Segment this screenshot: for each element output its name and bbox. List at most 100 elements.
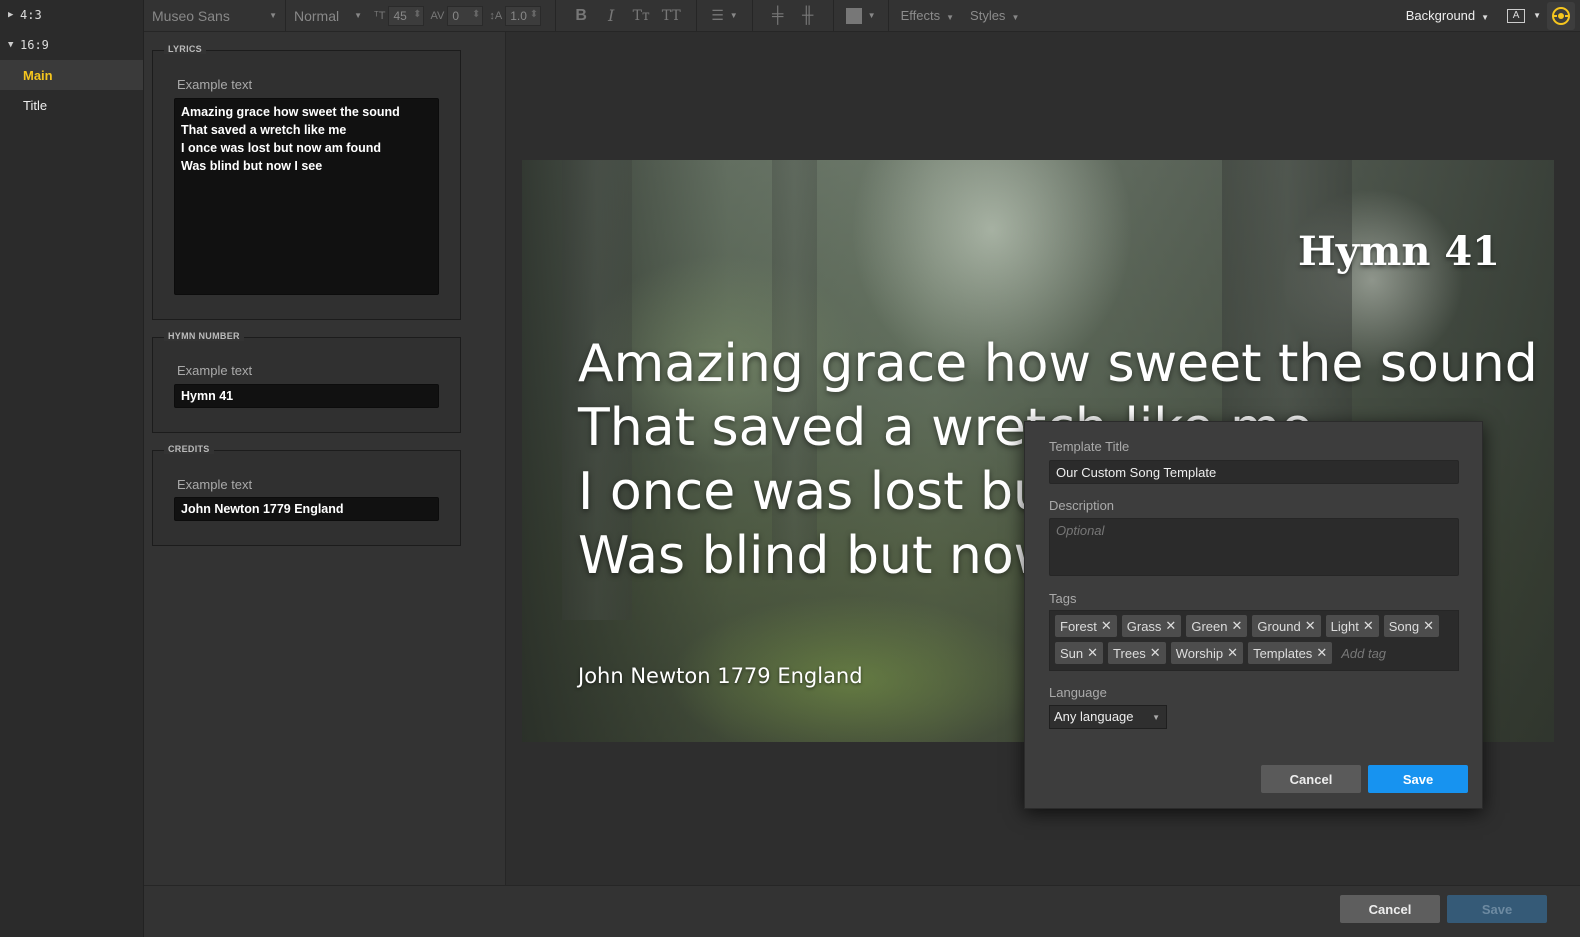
lyrics-example-label: Example text xyxy=(177,77,253,92)
tag-chip: Song ✕ xyxy=(1383,615,1440,637)
uppercase-button[interactable]: TT xyxy=(656,8,686,24)
background-label: Background xyxy=(1405,8,1476,23)
tag-chip: Green ✕ xyxy=(1186,615,1248,637)
font-family-dropdown[interactable]: Museo Sans ▼ xyxy=(144,0,286,32)
slide-item-main[interactable]: Main xyxy=(0,60,143,90)
dialog-save-button[interactable]: Save xyxy=(1368,765,1468,793)
font-weight-dropdown[interactable]: Normal ▼ xyxy=(286,0,370,32)
save-template-dialog: Template Title Our Custom Song Template … xyxy=(1024,421,1483,809)
credits-legend: CREDITS xyxy=(164,444,214,454)
dialog-cancel-button[interactable]: Cancel xyxy=(1261,765,1361,793)
remove-tag-icon[interactable]: ✕ xyxy=(1423,618,1434,634)
tag-label: Light xyxy=(1330,618,1359,634)
align-dropdown[interactable]: ☰ ▼ xyxy=(697,0,753,32)
chevron-down-icon: ▼ xyxy=(946,13,955,22)
title-case-button[interactable]: Tт xyxy=(626,8,656,24)
effects-label: Effects xyxy=(900,8,941,23)
remove-tag-icon[interactable]: ✕ xyxy=(1087,645,1098,661)
slide-credits: John Newton 1779 England xyxy=(578,664,863,688)
line-height-value: 1.0 xyxy=(505,5,542,26)
font-size-icon: ᵀT xyxy=(374,9,386,22)
letter-spacing-value: 0 xyxy=(447,5,484,26)
italic-button[interactable]: I xyxy=(596,6,626,25)
color-dropdown[interactable]: ▼ xyxy=(834,0,889,32)
description-input[interactable]: Optional xyxy=(1049,518,1459,576)
chevron-down-icon: ▼ xyxy=(1481,13,1490,22)
toolbar: Museo Sans ▼ Normal ▼ ᵀT 45 AV 0 ↕A 1.0 xyxy=(144,0,1580,32)
hymn-number-example-label: Example text xyxy=(177,363,253,378)
chevron-down-icon: ▼ xyxy=(269,11,277,20)
align-top-icon[interactable]: ╪ xyxy=(763,7,793,25)
save-button[interactable]: Save xyxy=(1447,895,1547,923)
remove-tag-icon[interactable]: ✕ xyxy=(1231,618,1242,634)
slide-item-title[interactable]: Title xyxy=(0,90,143,120)
align-middle-icon[interactable]: ╫ xyxy=(793,7,823,25)
chevron-down-icon: ▼ xyxy=(1011,13,1020,22)
description-label: Description xyxy=(1049,498,1115,513)
chevron-down-icon: ▼ xyxy=(1152,713,1160,722)
live-preview-button[interactable] xyxy=(1547,1,1575,30)
remove-tag-icon[interactable]: ✕ xyxy=(1150,645,1161,661)
remove-tag-icon[interactable]: ✕ xyxy=(1227,645,1238,661)
tag-label: Worship xyxy=(1175,645,1224,661)
chevron-down-icon[interactable]: ▼ xyxy=(1533,11,1541,20)
hymn-number-fieldset: HYMN NUMBER Example text Hymn 41 xyxy=(152,331,461,433)
line-height-stepper[interactable]: ↕A 1.0 xyxy=(489,5,542,26)
tag-label: Ground xyxy=(1257,618,1301,634)
ratio-16-9[interactable]: ▼ 16:9 xyxy=(0,30,143,60)
tags-input[interactable]: Forest ✕ Grass ✕ Green ✕ Ground ✕ Light ✕ Son… xyxy=(1049,610,1459,671)
ratio-label: 16:9 xyxy=(20,38,49,52)
tag-label: Sun xyxy=(1060,645,1084,661)
lyrics-legend: LYRICS xyxy=(164,44,206,54)
sidebar: ▶ 4:3 ▼ 16:9 Main Title xyxy=(0,0,144,937)
text-box-icon[interactable]: A xyxy=(1507,8,1526,23)
remove-tag-icon[interactable]: ✕ xyxy=(1165,618,1176,634)
add-tag-input[interactable]: Add tag xyxy=(1337,642,1386,664)
letter-spacing-stepper[interactable]: AV 0 xyxy=(430,5,484,26)
remove-tag-icon[interactable]: ✕ xyxy=(1305,618,1316,634)
align-left-icon: ☰ xyxy=(711,7,724,23)
hymn-number-legend: HYMN NUMBER xyxy=(164,331,244,341)
bottom-bar: Cancel Save xyxy=(144,885,1580,937)
background-dropdown[interactable]: Background ▼ xyxy=(1406,8,1489,23)
line-height-icon: ↕A xyxy=(489,9,503,22)
eye-sync-icon xyxy=(1552,6,1570,25)
tag-label: Grass xyxy=(1126,618,1162,634)
tag-chip: Templates ✕ xyxy=(1248,642,1333,664)
credits-input[interactable]: John Newton 1779 England xyxy=(174,497,439,521)
tag-chip: Light ✕ xyxy=(1325,615,1379,637)
remove-tag-icon[interactable]: ✕ xyxy=(1316,645,1327,661)
font-size-value: 45 xyxy=(388,5,425,26)
styles-label: Styles xyxy=(970,8,1006,23)
tag-chip: Worship ✕ xyxy=(1170,642,1244,664)
tag-label: Trees xyxy=(1113,645,1146,661)
credits-example-label: Example text xyxy=(177,477,253,492)
tag-chip: Sun ✕ xyxy=(1055,642,1104,664)
tag-label: Green xyxy=(1191,618,1228,634)
remove-tag-icon[interactable]: ✕ xyxy=(1363,618,1374,634)
chevron-down-icon: ▼ xyxy=(354,11,362,20)
template-title-input[interactable]: Our Custom Song Template xyxy=(1049,460,1459,484)
bold-button[interactable]: B xyxy=(566,7,596,25)
font-size-stepper[interactable]: ᵀT 45 xyxy=(374,5,425,26)
tag-chip: Forest ✕ xyxy=(1055,615,1117,637)
chevron-down-icon: ▼ xyxy=(729,11,738,20)
language-label: Language xyxy=(1049,685,1107,700)
slide-item-label: Title xyxy=(23,97,48,113)
template-title-label: Template Title xyxy=(1049,439,1130,454)
letter-spacing-icon: AV xyxy=(430,9,445,22)
language-select[interactable]: Any language ▼ xyxy=(1049,705,1167,729)
lyrics-textarea[interactable]: Amazing grace how sweet the sound That s… xyxy=(174,98,439,295)
tags-label: Tags xyxy=(1049,591,1077,606)
ratio-4-3[interactable]: ▶ 4:3 xyxy=(0,0,143,30)
hymn-number-input[interactable]: Hymn 41 xyxy=(174,384,439,408)
color-swatch xyxy=(845,7,862,24)
styles-dropdown[interactable]: Styles ▼ xyxy=(970,8,1019,23)
slide-hymn-number: Hymn 41 xyxy=(1297,228,1500,275)
font-family-value: Museo Sans xyxy=(152,7,230,24)
collapse-triangle-icon: ▼ xyxy=(8,40,14,50)
fields-panel: LYRICS Example text Amazing grace how sw… xyxy=(144,32,506,885)
cancel-button[interactable]: Cancel xyxy=(1340,895,1440,923)
remove-tag-icon[interactable]: ✕ xyxy=(1101,618,1112,634)
effects-dropdown[interactable]: Effects ▼ xyxy=(901,8,954,23)
